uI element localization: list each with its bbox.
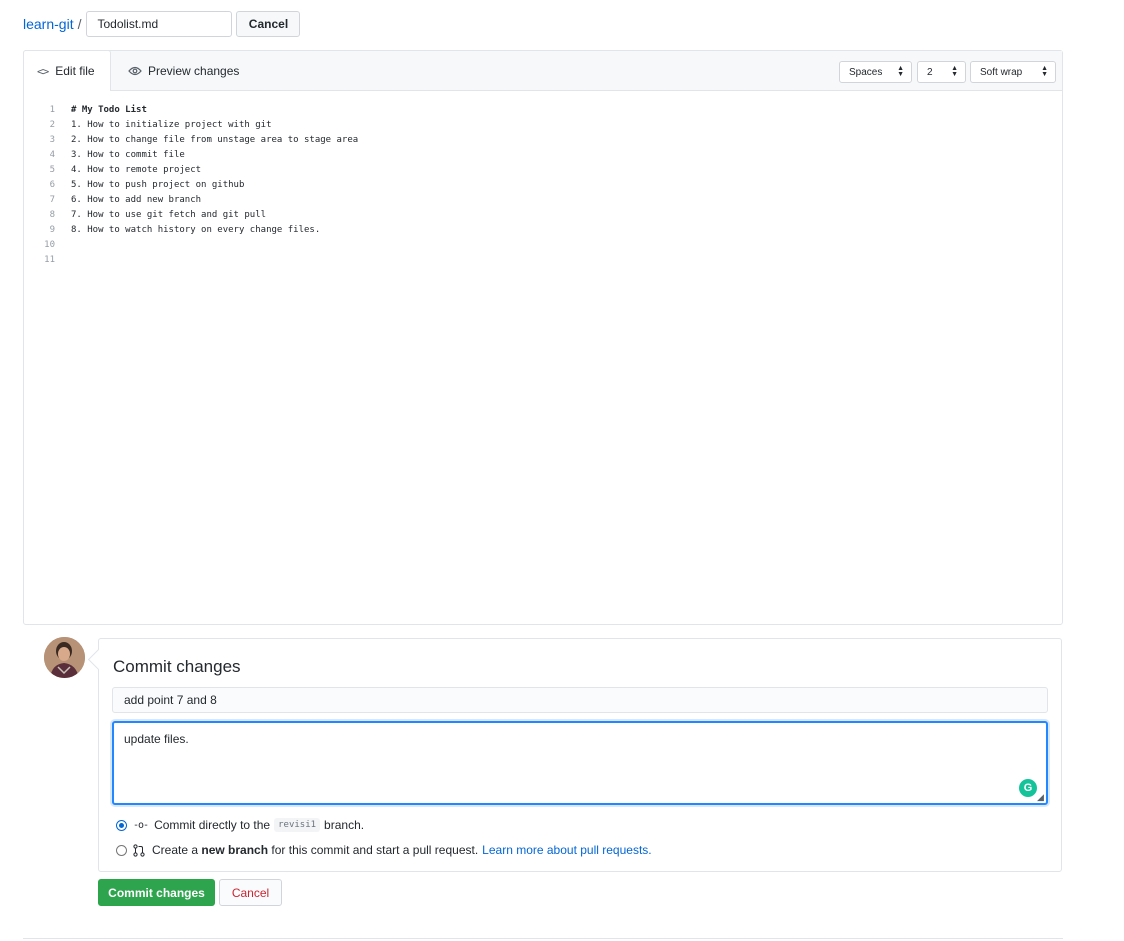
code-line: 4 3. How to commit file [24,147,1062,162]
wrap-mode-value: Soft wrap [980,66,1023,78]
option-direct-prefix: Commit directly to the [154,818,271,832]
eye-icon [128,66,142,76]
option-direct-suffix: branch. [324,818,365,832]
commit-summary-input[interactable] [112,687,1048,713]
breadcrumb: learn-git / Cancel [23,11,301,37]
indent-mode-select[interactable]: Spaces ▲ ▼ [839,61,912,83]
line-text: 4. How to remote project [71,164,202,175]
radio-new-branch[interactable] [116,844,127,856]
code-area[interactable]: 1 # My Todo List 2 1. How to initialize pr… [24,91,1062,267]
line-number: 1 [49,104,55,115]
wrap-mode-select[interactable]: Soft wrap ▲ ▼ [970,61,1056,83]
line-number: 11 [44,254,55,265]
line-text: 8. How to watch history on every change … [71,224,321,235]
option-new-suffix: for this commit and start a pull request… [271,843,479,857]
option-new-bold: new branch [201,843,269,857]
editor-toolbar: <> Edit file Preview changes Spaces ▲ ▼ 2… [23,50,1062,91]
line-text: 1. How to initialize project with git [71,119,272,130]
filename-input[interactable] [86,11,233,37]
avatar-image [44,637,85,678]
select-arrows-icon: ▲ ▼ [897,65,904,78]
tab-preview-changes[interactable]: Preview changes [128,51,239,91]
code-line: 11 [24,252,1062,267]
git-pull-request-icon [133,843,145,857]
line-text: 5. How to push project on github [71,179,245,190]
git-commit-icon: -o- [133,819,149,831]
code-line: 1 # My Todo List [24,102,1062,117]
tab-edit-file[interactable]: <> Edit file [23,50,111,91]
line-number: 9 [49,224,55,235]
code-line: 7 6. How to add new branch [24,192,1062,207]
commit-direct-option[interactable]: -o- Commit directly to the revisi1 branc… [116,817,364,833]
tab-preview-label: Preview changes [148,64,240,78]
repo-link[interactable]: learn-git [23,16,74,32]
commit-description-textarea[interactable]: update files. [112,721,1048,805]
line-text: 7. How to use git fetch and git pull [71,209,267,220]
option-new-prefix: Create a [152,843,199,857]
indent-size-value: 2 [927,66,933,78]
code-line: 9 8. How to watch history on every change… [24,222,1062,237]
line-text: 2. How to change file from unstage area … [71,134,359,145]
line-text: # My Todo List [71,104,147,115]
line-text: 3. How to commit file [71,149,185,160]
commit-form: Commit changes update files. G ◢ -o- Com… [98,638,1062,872]
select-arrows-icon: ▲ ▼ [951,65,958,78]
cancel-commit-button[interactable]: Cancel [219,879,282,906]
cancel-edit-button[interactable]: Cancel [236,11,301,37]
grammarly-icon[interactable]: G [1019,779,1037,797]
line-number: 10 [44,239,55,250]
indent-size-select[interactable]: 2 ▲ ▼ [917,61,966,83]
line-number: 2 [49,119,55,130]
avatar[interactable] [44,637,85,678]
line-number: 5 [49,164,55,175]
breadcrumb-separator: / [77,16,82,32]
line-number: 6 [49,179,55,190]
line-number: 8 [49,209,55,220]
select-arrows-icon: ▲ ▼ [1041,65,1048,78]
indent-mode-value: Spaces [849,66,883,78]
commit-title: Commit changes [113,657,241,676]
radio-direct[interactable] [116,819,127,831]
code-line: 8 7. How to use git fetch and git pull [24,207,1062,222]
code-icon: <> [37,64,49,78]
pull-request-help-link[interactable]: Learn more about pull requests. [482,843,651,857]
branch-name: revisi1 [274,818,321,832]
line-text: 6. How to add new branch [71,194,202,205]
divider [23,938,1063,939]
tab-edit-label: Edit file [55,64,95,78]
line-number: 7 [49,194,55,205]
line-number: 4 [49,149,55,160]
line-number: 3 [49,134,55,145]
code-line: 3 2. How to change file from unstage area… [24,132,1062,147]
code-line: 5 4. How to remote project [24,162,1062,177]
code-line: 6 5. How to push project on github [24,177,1062,192]
code-line: 10 [24,237,1062,252]
commit-changes-button[interactable]: Commit changes [98,879,215,906]
code-line: 2 1. How to initialize project with git [24,117,1062,132]
file-editor: <> Edit file Preview changes Spaces ▲ ▼ 2… [23,50,1063,625]
commit-new-branch-option[interactable]: Create a new branch for this commit and … [116,842,652,858]
resize-handle-icon[interactable]: ◢ [1037,792,1044,803]
